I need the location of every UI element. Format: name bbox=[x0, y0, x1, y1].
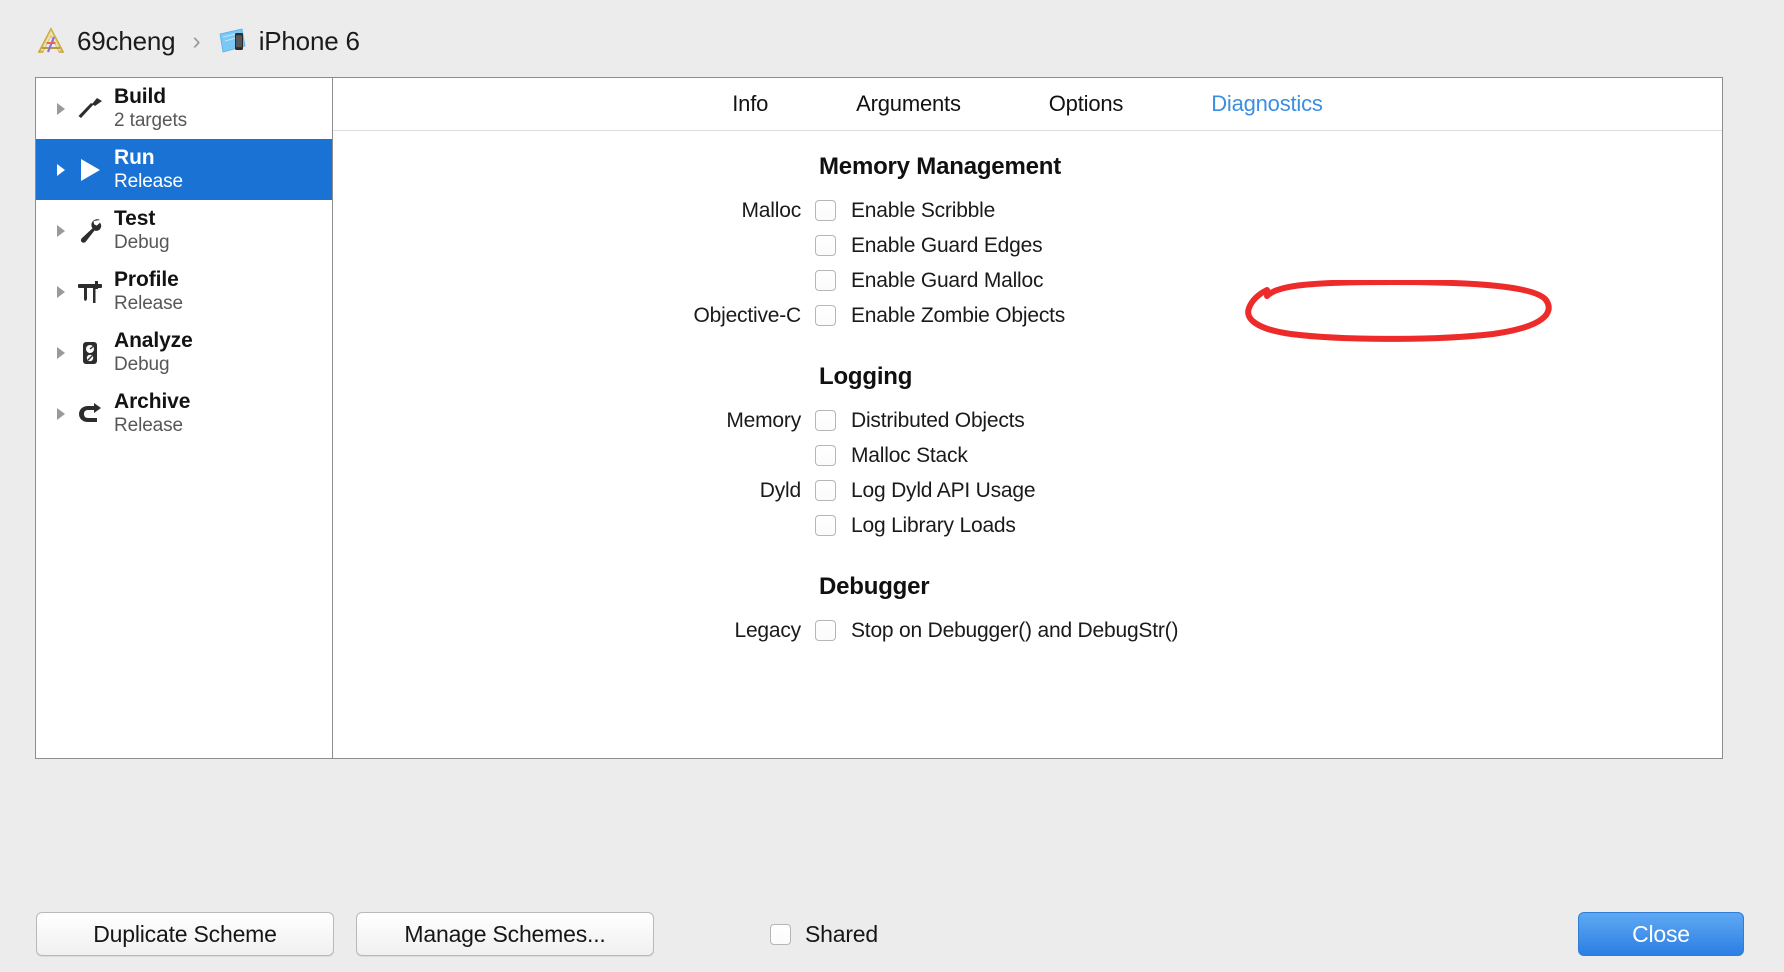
breadcrumb-separator: › bbox=[192, 26, 201, 55]
option-text[interactable]: Enable Guard Malloc bbox=[851, 269, 1044, 293]
xcode-project-icon bbox=[36, 26, 66, 56]
option-text[interactable]: Log Library Loads bbox=[851, 514, 1016, 538]
chevron-right-icon[interactable] bbox=[52, 285, 70, 299]
breadcrumb-project-label: 69cheng bbox=[77, 25, 176, 56]
sidebar-item-title: Analyze bbox=[114, 329, 193, 352]
checkbox-shared[interactable] bbox=[770, 923, 791, 945]
sidebar-item-subtitle: Debug bbox=[114, 354, 170, 375]
wrench-icon bbox=[70, 216, 110, 246]
chevron-right-icon[interactable] bbox=[52, 224, 70, 238]
duplicate-scheme-button[interactable]: Duplicate Scheme bbox=[36, 912, 334, 956]
option-row-enable-guard-malloc: Enable Guard Malloc bbox=[333, 263, 1722, 298]
option-text[interactable]: Distributed Objects bbox=[851, 409, 1025, 433]
sidebar-item-build[interactable]: Build 2 targets bbox=[36, 78, 332, 139]
calipers-icon bbox=[70, 277, 110, 307]
option-row-enable-zombie-objects: Objective-C Enable Zombie Objects bbox=[333, 279, 1722, 342]
sidebar-item-test[interactable]: Test Debug bbox=[36, 200, 332, 261]
section-heading-memory-management: Memory Management bbox=[819, 153, 1061, 180]
sidebar-item-subtitle: Release bbox=[114, 293, 184, 314]
breadcrumb-destination-label: iPhone 6 bbox=[258, 25, 360, 56]
tab-bar: Info Arguments Options Diagnostics bbox=[333, 78, 1722, 131]
option-text[interactable]: Enable Guard Edges bbox=[851, 234, 1043, 258]
option-text[interactable]: Log Dyld API Usage bbox=[851, 479, 1036, 503]
breadcrumb: 69cheng › iPhone 6 bbox=[36, 20, 360, 62]
option-row-malloc-stack: Malloc Stack bbox=[333, 438, 1722, 473]
tab-arguments[interactable]: Arguments bbox=[812, 91, 1005, 117]
checkbox-log-library-loads[interactable] bbox=[815, 515, 836, 536]
option-label: Objective-C bbox=[693, 303, 802, 327]
option-row-log-dyld-api-usage: Dyld Log Dyld API Usage bbox=[333, 473, 1722, 508]
chevron-right-icon[interactable] bbox=[52, 407, 70, 421]
sidebar-item-analyze[interactable]: Analyze Debug bbox=[36, 322, 332, 383]
breadcrumb-project[interactable]: 69cheng bbox=[36, 25, 176, 57]
tab-info[interactable]: Info bbox=[688, 91, 812, 117]
ios-simulator-icon bbox=[218, 26, 248, 56]
sidebar-item-subtitle: Debug bbox=[114, 232, 170, 253]
sidebar-item-title: Archive bbox=[114, 390, 191, 413]
sidebar-item-subtitle: 2 targets bbox=[114, 110, 188, 131]
checkbox-stop-on-debugger[interactable] bbox=[815, 620, 836, 641]
scheme-action-list: Build 2 targets Run Release Test Debug P… bbox=[36, 78, 333, 758]
hammer-icon bbox=[70, 94, 110, 124]
scheme-detail-pane: Info Arguments Options Diagnostics Memor… bbox=[333, 78, 1722, 758]
play-icon bbox=[70, 155, 110, 185]
sidebar-item-profile[interactable]: Profile Release bbox=[36, 261, 332, 322]
sidebar-item-title: Profile bbox=[114, 268, 179, 291]
manage-schemes-button[interactable]: Manage Schemes... bbox=[356, 912, 654, 956]
checkbox-enable-guard-edges[interactable] bbox=[815, 235, 836, 256]
option-text[interactable]: Enable Scribble bbox=[851, 199, 995, 223]
option-text[interactable]: Enable Zombie Objects bbox=[851, 304, 1065, 328]
option-text[interactable]: Malloc Stack bbox=[851, 444, 968, 468]
diagnostics-panel: Memory Management Malloc Enable Scribble… bbox=[333, 131, 1722, 648]
checkbox-enable-scribble[interactable] bbox=[815, 200, 836, 221]
option-row-log-library-loads: Log Library Loads bbox=[333, 508, 1722, 543]
checkbox-enable-zombie-objects[interactable] bbox=[815, 305, 836, 326]
sidebar-item-archive[interactable]: Archive Release bbox=[36, 383, 332, 444]
archive-icon bbox=[70, 399, 110, 429]
sidebar-item-subtitle: Release bbox=[114, 171, 184, 192]
shared-label: Shared bbox=[805, 920, 878, 947]
section-heading-debugger: Debugger bbox=[819, 573, 930, 600]
section-heading-logging: Logging bbox=[819, 363, 913, 390]
option-label: Legacy bbox=[734, 618, 801, 642]
checkbox-distributed-objects[interactable] bbox=[815, 410, 836, 431]
option-row-stop-on-debugger: Legacy Stop on Debugger() and DebugStr() bbox=[333, 613, 1722, 648]
chevron-right-icon[interactable] bbox=[52, 346, 70, 360]
breadcrumb-destination[interactable]: iPhone 6 bbox=[218, 26, 360, 57]
scheme-editor-window: Build 2 targets Run Release Test Debug P… bbox=[35, 77, 1723, 759]
tab-diagnostics[interactable]: Diagnostics bbox=[1167, 91, 1367, 117]
option-label: Dyld bbox=[759, 478, 801, 502]
checkbox-enable-guard-malloc[interactable] bbox=[815, 270, 836, 291]
checkbox-log-dyld-api-usage[interactable] bbox=[815, 480, 836, 501]
tab-options[interactable]: Options bbox=[1005, 91, 1167, 117]
option-label: Memory bbox=[726, 408, 801, 432]
checkbox-malloc-stack[interactable] bbox=[815, 445, 836, 466]
sidebar-item-title: Test bbox=[114, 207, 156, 230]
chevron-right-icon[interactable] bbox=[52, 102, 70, 116]
option-row-distributed-objects: Memory Distributed Objects bbox=[333, 403, 1722, 438]
option-row-enable-scribble: Malloc Enable Scribble bbox=[333, 193, 1722, 228]
option-label: Malloc bbox=[741, 198, 802, 222]
chevron-right-icon[interactable] bbox=[52, 163, 70, 177]
close-button[interactable]: Close bbox=[1578, 912, 1744, 956]
sidebar-item-title: Run bbox=[114, 146, 155, 169]
sidebar-item-title: Build bbox=[114, 85, 166, 108]
sidebar-item-run[interactable]: Run Release bbox=[36, 139, 332, 200]
shared-checkbox-group: Shared bbox=[770, 912, 878, 956]
option-text[interactable]: Stop on Debugger() and DebugStr() bbox=[851, 619, 1178, 643]
option-row-enable-guard-edges: Enable Guard Edges bbox=[333, 228, 1722, 263]
gauge-icon bbox=[70, 338, 110, 368]
sidebar-item-subtitle: Release bbox=[114, 415, 184, 436]
